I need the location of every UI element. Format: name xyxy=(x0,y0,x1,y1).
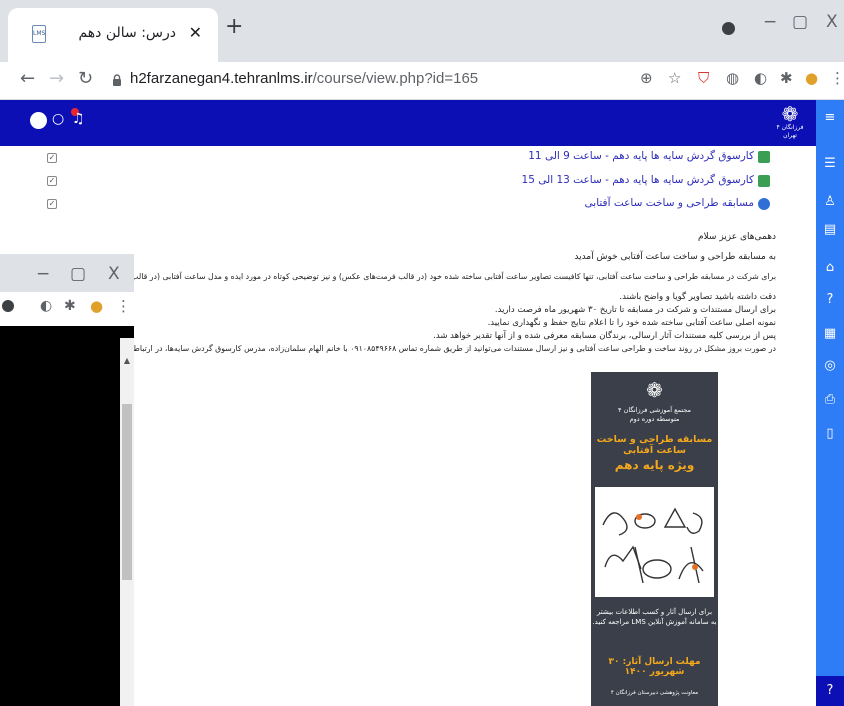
bell-icon[interactable]: ♫ xyxy=(72,111,85,127)
forward-arrow-icon[interactable]: → xyxy=(49,68,64,89)
completion-checkbox[interactable]: ✓ xyxy=(47,199,57,209)
address-bar-row: ← → ↻ h2farzanegan4.tehranlms.ir/course/… xyxy=(0,62,844,100)
poster-info: برای ارسال آثار و کسب اطلاعات بیشتر به س… xyxy=(592,608,717,626)
menu-dots-icon[interactable]: ⋮ xyxy=(116,297,131,315)
browser-profile-icon[interactable] xyxy=(722,22,735,35)
extension-icon[interactable]: ◐ xyxy=(40,298,52,314)
shield-extension-icon[interactable]: ⛉ xyxy=(698,69,709,87)
page-activity-icon xyxy=(758,151,770,163)
files-icon[interactable]: ⎙ xyxy=(816,392,844,407)
assignment-activity-icon xyxy=(758,198,770,210)
grades-icon[interactable]: ▤ xyxy=(816,222,844,237)
activity-link[interactable]: کارسوق گردش سایه ها پایه دهم - ساعت 13 ا… xyxy=(522,174,754,186)
maximize-button[interactable]: ▢ xyxy=(792,12,808,32)
logo-flower-icon: ❁ xyxy=(781,102,799,126)
browser-tab[interactable]: LMS درس: سالن دهم ✕ xyxy=(8,8,218,62)
profile-avatar-icon[interactable]: ● xyxy=(805,69,818,87)
second-browser-window: ◐ ✱ ● ⋮ − ▢ X ▲ xyxy=(0,254,134,706)
poster-deadline: مهلت ارسال آثار: ۳۰ شهریور ۱۴۰۰ xyxy=(608,657,701,677)
browser-tab-bar: LMS درس: سالن دهم ✕ + − ▢ X xyxy=(0,0,844,62)
url-host: h2farzanegan4.tehranlms.ir xyxy=(130,70,313,87)
clipboard-icon[interactable]: ▯ xyxy=(816,426,844,441)
activity-link[interactable]: مسابقه طراحی و ساخت ساعت آفتابی xyxy=(585,197,754,209)
scrollbar-thumb[interactable] xyxy=(122,404,132,580)
scroll-up-arrow-icon[interactable]: ▲ xyxy=(120,356,134,365)
rule-bullet: پس از بررسی کلیه مستندات آثار ارسالی، بر… xyxy=(433,331,776,341)
completion-checkbox[interactable]: ✓ xyxy=(47,176,57,186)
poster-footer: معاونت پژوهشی دبیرستان فرزانگان ۴ xyxy=(610,690,699,696)
right-drawer: ≡ ☰ ♙ ▤ ⌂ ? ▦ ◎ ⎙ ▯ xyxy=(816,100,844,706)
poster-title-line1: مسابقه طراحی و ساخت ساعت آفتابی xyxy=(596,434,713,456)
profile-avatar-icon[interactable] xyxy=(2,300,14,312)
intro-greeting: دهمی‌های عزیز سلام xyxy=(697,232,776,242)
extension-icon[interactable]: ◐ xyxy=(754,69,767,87)
activity-link[interactable]: کارسوق گردش سایه ها پایه دهم - ساعت 9 ال… xyxy=(528,150,754,162)
competition-poster: ❁ مجتمع آموزشی فرزانگان ۴ متوسطه دوره دو… xyxy=(591,372,718,706)
bookmark-star-icon[interactable]: ☆ xyxy=(668,69,681,87)
home-icon[interactable]: ⌂ xyxy=(816,260,844,275)
site-header: ○ ♫ ❁ فرزانگان ۴ تهران xyxy=(0,100,816,146)
badge-icon[interactable]: ◎ xyxy=(816,358,844,373)
poster-school-name: مجتمع آموزشی فرزانگان ۴ متوسطه دوره دوم xyxy=(618,406,691,423)
list-icon[interactable]: ☰ xyxy=(816,156,844,171)
menu-dots-icon[interactable]: ⋮ xyxy=(830,69,844,87)
globe-extension-icon[interactable]: ◍ xyxy=(726,69,739,87)
lock-icon[interactable] xyxy=(112,74,122,86)
user-icon[interactable]: ♙ xyxy=(816,194,844,209)
logo-caption: فرزانگان ۴ تهران xyxy=(776,124,804,139)
rule-bullet: در صورت بروز مشکل در روند ساخت و طراحی س… xyxy=(110,344,776,353)
reload-icon[interactable]: ↻ xyxy=(78,68,93,89)
maximize-button[interactable]: ▢ xyxy=(70,264,86,284)
page-activity-icon xyxy=(758,175,770,187)
rule-bullet: دقت داشته باشید تصاویر گویا و واضح باشند… xyxy=(619,292,776,302)
tab-title: درس: سالن دهم xyxy=(78,25,176,41)
zoom-icon[interactable]: ⊕ xyxy=(640,69,653,87)
lms-favicon-icon: LMS xyxy=(32,25,46,43)
url-input[interactable]: h2farzanegan4.tehranlms.ir/course/view.p… xyxy=(130,70,478,87)
puzzle-icon[interactable]: ✱ xyxy=(64,298,76,314)
poster-logo-icon: ❁ xyxy=(646,378,663,402)
close-window-button[interactable]: X xyxy=(826,12,838,32)
rule-bullet: نمونه اصلی ساعت آفتابی ساخته شده خود را … xyxy=(487,318,776,328)
help-icon[interactable]: ? xyxy=(816,292,844,307)
calendar-icon[interactable]: ▦ xyxy=(816,326,844,341)
url-path: /course/view.php?id=165 xyxy=(312,70,479,87)
site-logo[interactable]: ❁ فرزانگان ۴ تهران xyxy=(770,104,810,142)
tab-close-icon[interactable]: ✕ xyxy=(189,23,202,42)
new-tab-button[interactable]: + xyxy=(225,14,243,39)
rule-bullet: برای ارسال مستندات و شرکت در مسابقه تا ت… xyxy=(494,305,776,315)
second-window-content xyxy=(0,338,120,706)
intro-welcome: به مسابقه طراحی و ساخت ساعت آفتابی خوش آ… xyxy=(574,252,776,262)
drawer-menu-icon[interactable]: ≡ xyxy=(816,110,844,125)
user-avatar[interactable] xyxy=(30,112,47,129)
puzzle-icon[interactable]: ✱ xyxy=(780,69,793,87)
back-arrow-icon[interactable]: ← xyxy=(20,68,35,89)
minimize-button[interactable]: − xyxy=(36,264,50,284)
second-window-toolbar: ◐ ✱ ● ⋮ xyxy=(0,292,134,326)
sundial-sketch-image xyxy=(595,487,714,597)
help-bottom-icon[interactable]: ? xyxy=(816,676,844,706)
minimize-button[interactable]: − xyxy=(763,12,777,32)
completion-checkbox[interactable]: ✓ xyxy=(47,153,57,163)
close-window-button[interactable]: X xyxy=(108,264,120,284)
profile-avatar-icon[interactable]: ● xyxy=(90,297,103,315)
chat-icon[interactable]: ○ xyxy=(52,111,64,127)
poster-title-line2: ویژه پایه دهم xyxy=(614,458,695,472)
